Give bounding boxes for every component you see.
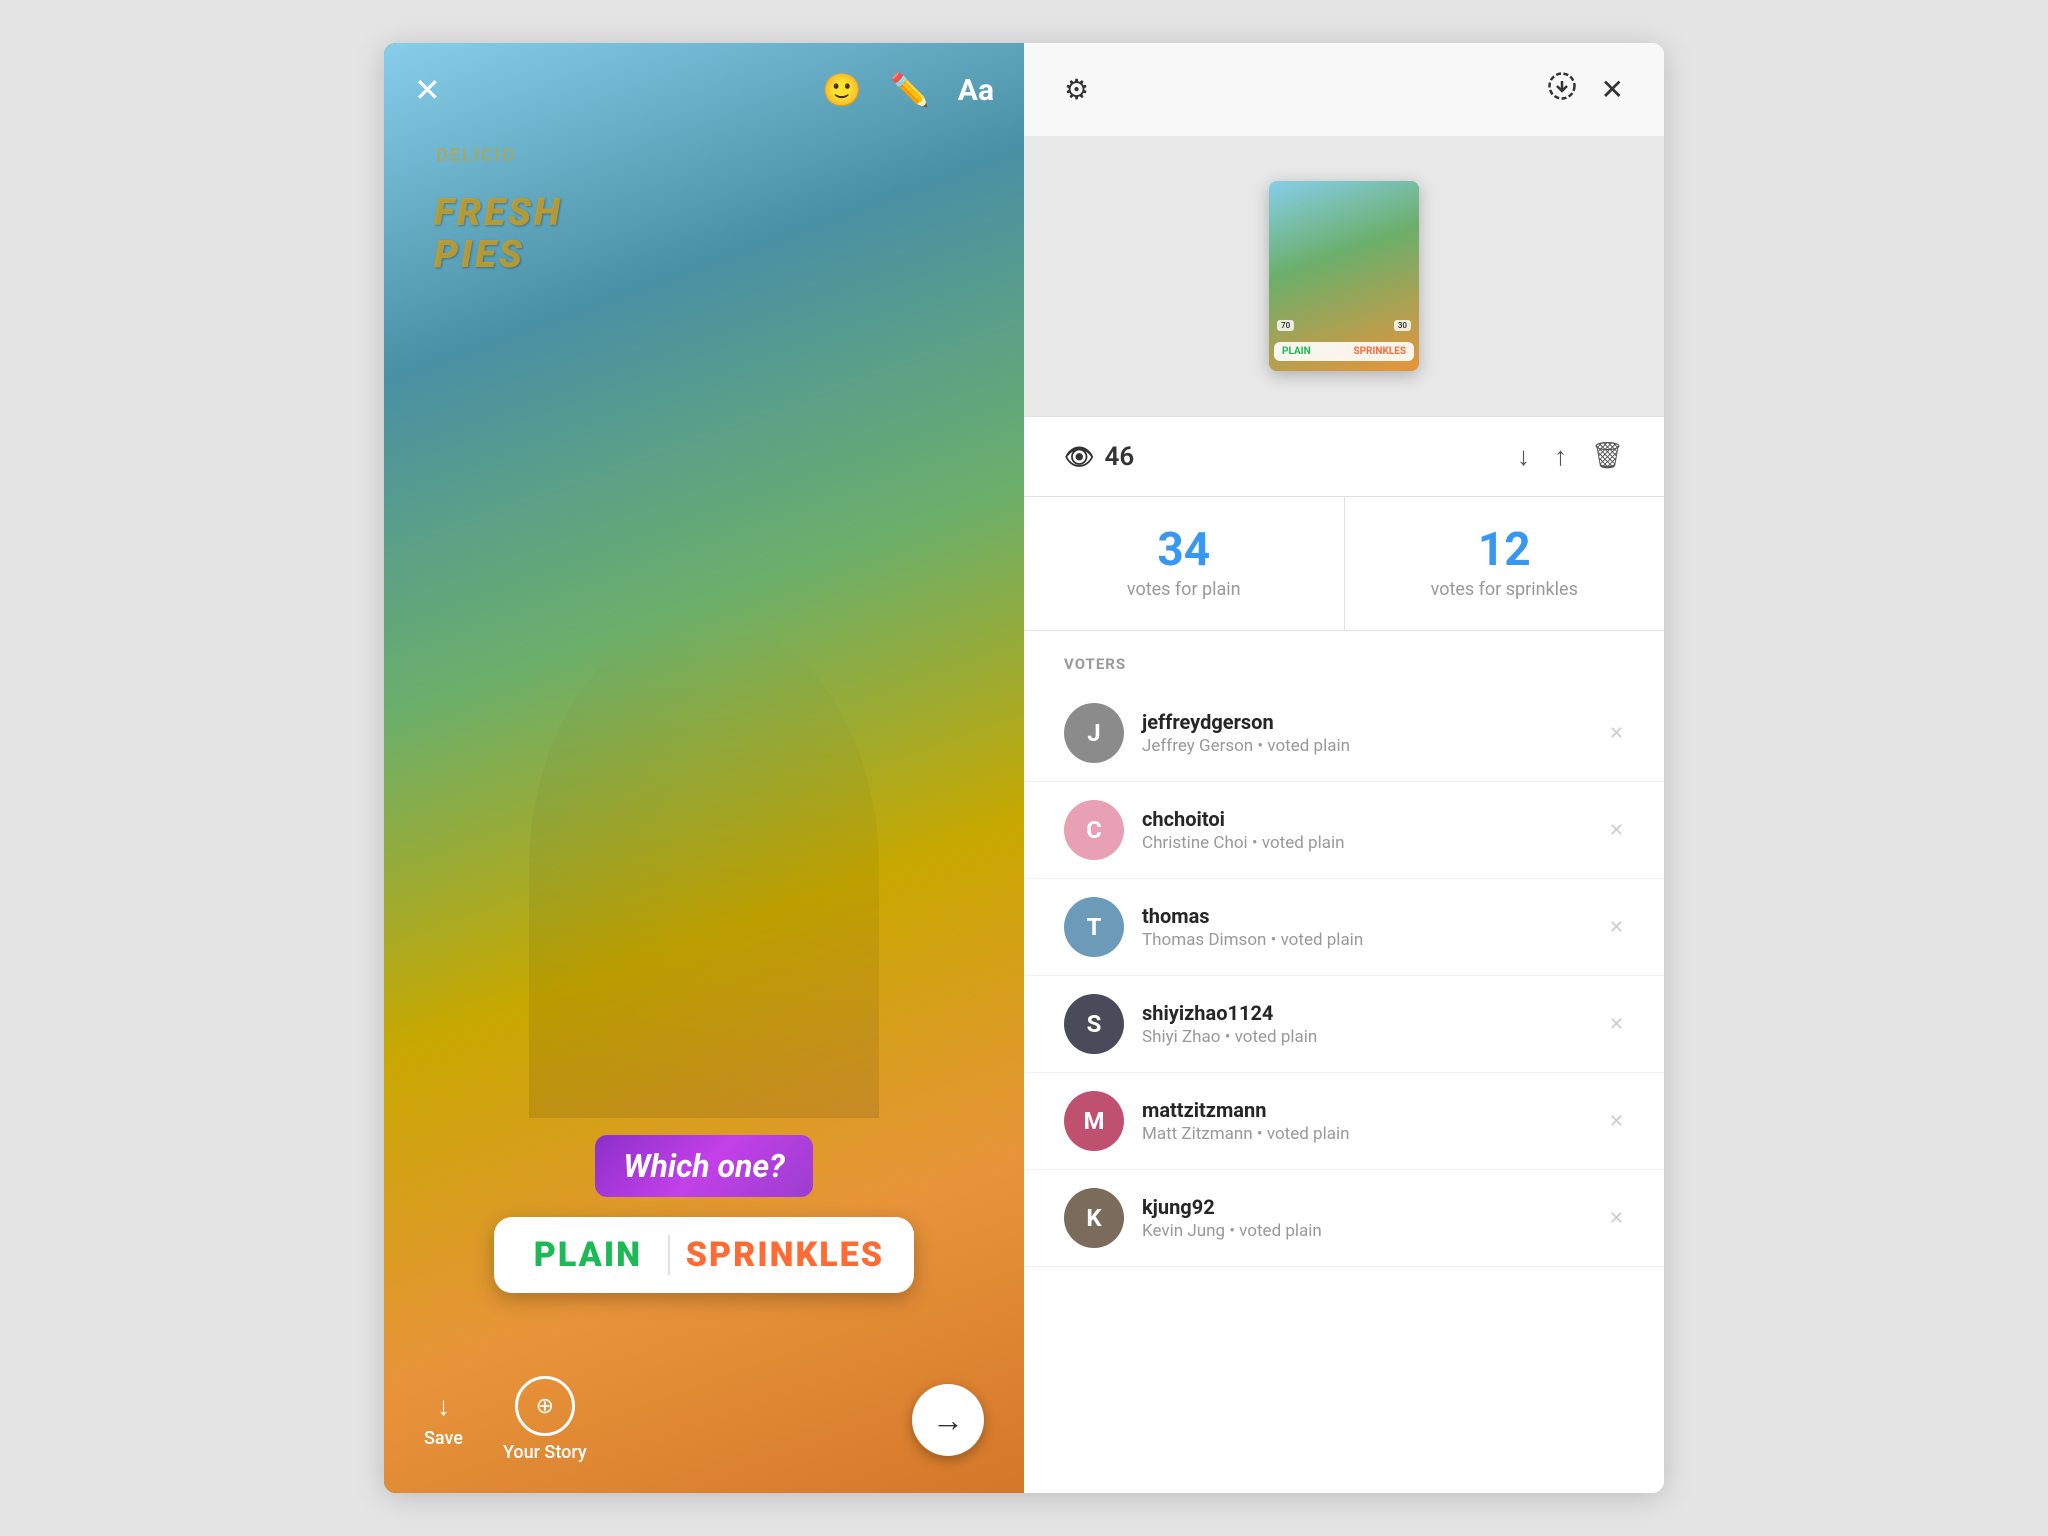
voter-row[interactable]: K kjung92 Kevin Jung • voted plain ✕ — [1024, 1170, 1664, 1267]
thumb-vote-counts: 70 30 — [1277, 320, 1411, 331]
voter-info: mattzitzmann Matt Zitzmann • voted plain — [1142, 1098, 1591, 1144]
download-story-icon[interactable]: ↓ — [1517, 441, 1530, 472]
voter-username: jeffreydgerson — [1142, 710, 1591, 734]
voter-username: chchoitoi — [1142, 807, 1591, 831]
voter-row[interactable]: M mattzitzmann Matt Zitzmann • voted pla… — [1024, 1073, 1664, 1170]
download-icon: ↓ — [437, 1391, 450, 1422]
voter-info: jeffreydgerson Jeffrey Gerson • voted pl… — [1142, 710, 1591, 756]
story-preview-area: 70 30 PLAIN SPRINKLES — [1024, 136, 1664, 416]
voter-username: mattzitzmann — [1142, 1098, 1591, 1122]
your-story-action[interactable]: ⊕ Your Story — [503, 1376, 587, 1463]
voter-detail: Christine Choi • voted plain — [1142, 833, 1591, 853]
share-story-icon[interactable]: ↑ — [1554, 441, 1567, 472]
bakery-subtitle: DELICIO — [436, 145, 516, 166]
save-to-archive-icon[interactable] — [1547, 71, 1577, 108]
views-count: 👁 46 — [1064, 442, 1134, 472]
voters-section: VOTERS J jeffreydgerson Jeffrey Gerson •… — [1024, 631, 1664, 1493]
voter-username: thomas — [1142, 904, 1591, 928]
voter-detail: Jeffrey Gerson • voted plain — [1142, 736, 1591, 756]
right-header: ⚙ ✕ — [1024, 43, 1664, 136]
header-right-icons: ✕ — [1547, 71, 1624, 108]
poll-option-plain[interactable]: PLAIN — [524, 1235, 652, 1275]
voters-header: VOTERS — [1024, 631, 1664, 685]
thumb-plain-label: PLAIN — [1282, 346, 1311, 357]
stats-row: 👁 46 ↓ ↑ 🗑 — [1024, 417, 1664, 496]
voter-info: kjung92 Kevin Jung • voted plain — [1142, 1195, 1591, 1241]
voter-detail: Shiyi Zhao • voted plain — [1142, 1027, 1591, 1047]
votes-sprinkles-number: 12 — [1365, 527, 1645, 573]
remove-voter-icon[interactable]: ✕ — [1609, 1111, 1624, 1132]
bottom-left-actions: ↓ Save ⊕ Your Story — [424, 1376, 587, 1463]
eye-icon: 👁 — [1064, 443, 1094, 471]
remove-voter-icon[interactable]: ✕ — [1609, 917, 1624, 938]
stats-actions: ↓ ↑ 🗑 — [1517, 441, 1624, 472]
remove-voter-icon[interactable]: ✕ — [1609, 723, 1624, 744]
story-editor-panel: DELICIO FRESHPIES ✕ 🙂 ✏️ Aa Which one? P… — [384, 43, 1024, 1493]
voter-username: shiyizhao1124 — [1142, 1001, 1591, 1025]
poll-option-sprinkles[interactable]: SPRINKLES — [686, 1235, 884, 1275]
toolbar-right-icons: 🙂 ✏️ Aa — [822, 71, 994, 109]
your-story-label: Your Story — [503, 1442, 587, 1463]
poll-container: Which one? PLAIN SPRINKLES — [494, 1135, 914, 1293]
save-action[interactable]: ↓ Save — [424, 1391, 463, 1449]
brush-icon[interactable]: ✏️ — [890, 71, 930, 109]
bakery-title: FRESHPIES — [434, 193, 563, 277]
remove-voter-icon[interactable]: ✕ — [1609, 1208, 1624, 1229]
close-icon[interactable]: ✕ — [414, 71, 441, 109]
voter-detail: Thomas Dimson • voted plain — [1142, 930, 1591, 950]
views-number: 46 — [1104, 442, 1134, 472]
voter-info: thomas Thomas Dimson • voted plain — [1142, 904, 1591, 950]
voter-info: chchoitoi Christine Choi • voted plain — [1142, 807, 1591, 853]
voter-info: shiyizhao1124 Shiyi Zhao • voted plain — [1142, 1001, 1591, 1047]
save-label: Save — [424, 1428, 463, 1449]
delete-story-icon[interactable]: 🗑 — [1591, 441, 1624, 472]
votes-section: 34 votes for plain 12 votes for sprinkle… — [1024, 497, 1664, 631]
voter-detail: Kevin Jung • voted plain — [1142, 1221, 1591, 1241]
votes-sprinkles-label: votes for sprinkles — [1365, 579, 1645, 600]
votes-plain-column: 34 votes for plain — [1024, 497, 1345, 630]
app-container: DELICIO FRESHPIES ✕ 🙂 ✏️ Aa Which one? P… — [384, 43, 1664, 1493]
close-icon[interactable]: ✕ — [1601, 73, 1624, 106]
voter-avatar: M — [1064, 1091, 1124, 1151]
votes-plain-label: votes for plain — [1044, 579, 1324, 600]
text-tool-icon[interactable]: Aa — [958, 73, 994, 108]
sticker-icon[interactable]: 🙂 — [822, 71, 862, 109]
voter-avatar: K — [1064, 1188, 1124, 1248]
votes-sprinkles-column: 12 votes for sprinkles — [1345, 497, 1665, 630]
voter-row[interactable]: T thomas Thomas Dimson • voted plain ✕ — [1024, 879, 1664, 976]
story-thumbnail[interactable]: 70 30 PLAIN SPRINKLES — [1269, 181, 1419, 371]
voter-detail: Matt Zitzmann • voted plain — [1142, 1124, 1591, 1144]
story-preview-arrow — [1330, 402, 1358, 416]
voter-row[interactable]: S shiyizhao1124 Shiyi Zhao • voted plain… — [1024, 976, 1664, 1073]
remove-voter-icon[interactable]: ✕ — [1609, 820, 1624, 841]
voter-avatar: S — [1064, 994, 1124, 1054]
thumb-sprinkles-label: SPRINKLES — [1353, 346, 1406, 357]
story-insights-panel: ⚙ ✕ 70 30 PLAIN — [1024, 43, 1664, 1493]
voter-avatar: T — [1064, 897, 1124, 957]
poll-widget[interactable]: PLAIN SPRINKLES — [494, 1217, 914, 1293]
story-toolbar-bottom: ↓ Save ⊕ Your Story → — [384, 1346, 1024, 1493]
voters-list: J jeffreydgerson Jeffrey Gerson • voted … — [1024, 685, 1664, 1267]
voter-row[interactable]: C chchoitoi Christine Choi • voted plain… — [1024, 782, 1664, 879]
thumb-poll-widget: PLAIN SPRINKLES — [1274, 342, 1414, 361]
next-button[interactable]: → — [912, 1384, 984, 1456]
poll-divider — [668, 1235, 670, 1275]
votes-plain-number: 34 — [1044, 527, 1324, 573]
voter-row[interactable]: J jeffreydgerson Jeffrey Gerson • voted … — [1024, 685, 1664, 782]
story-circle-icon: ⊕ — [515, 1376, 575, 1436]
story-toolbar-top: ✕ 🙂 ✏️ Aa — [384, 43, 1024, 137]
voter-avatar: C — [1064, 800, 1124, 860]
voter-avatar: J — [1064, 703, 1124, 763]
which-one-label: Which one? — [595, 1135, 812, 1197]
settings-icon[interactable]: ⚙ — [1064, 73, 1089, 106]
remove-voter-icon[interactable]: ✕ — [1609, 1014, 1624, 1035]
voter-username: kjung92 — [1142, 1195, 1591, 1219]
